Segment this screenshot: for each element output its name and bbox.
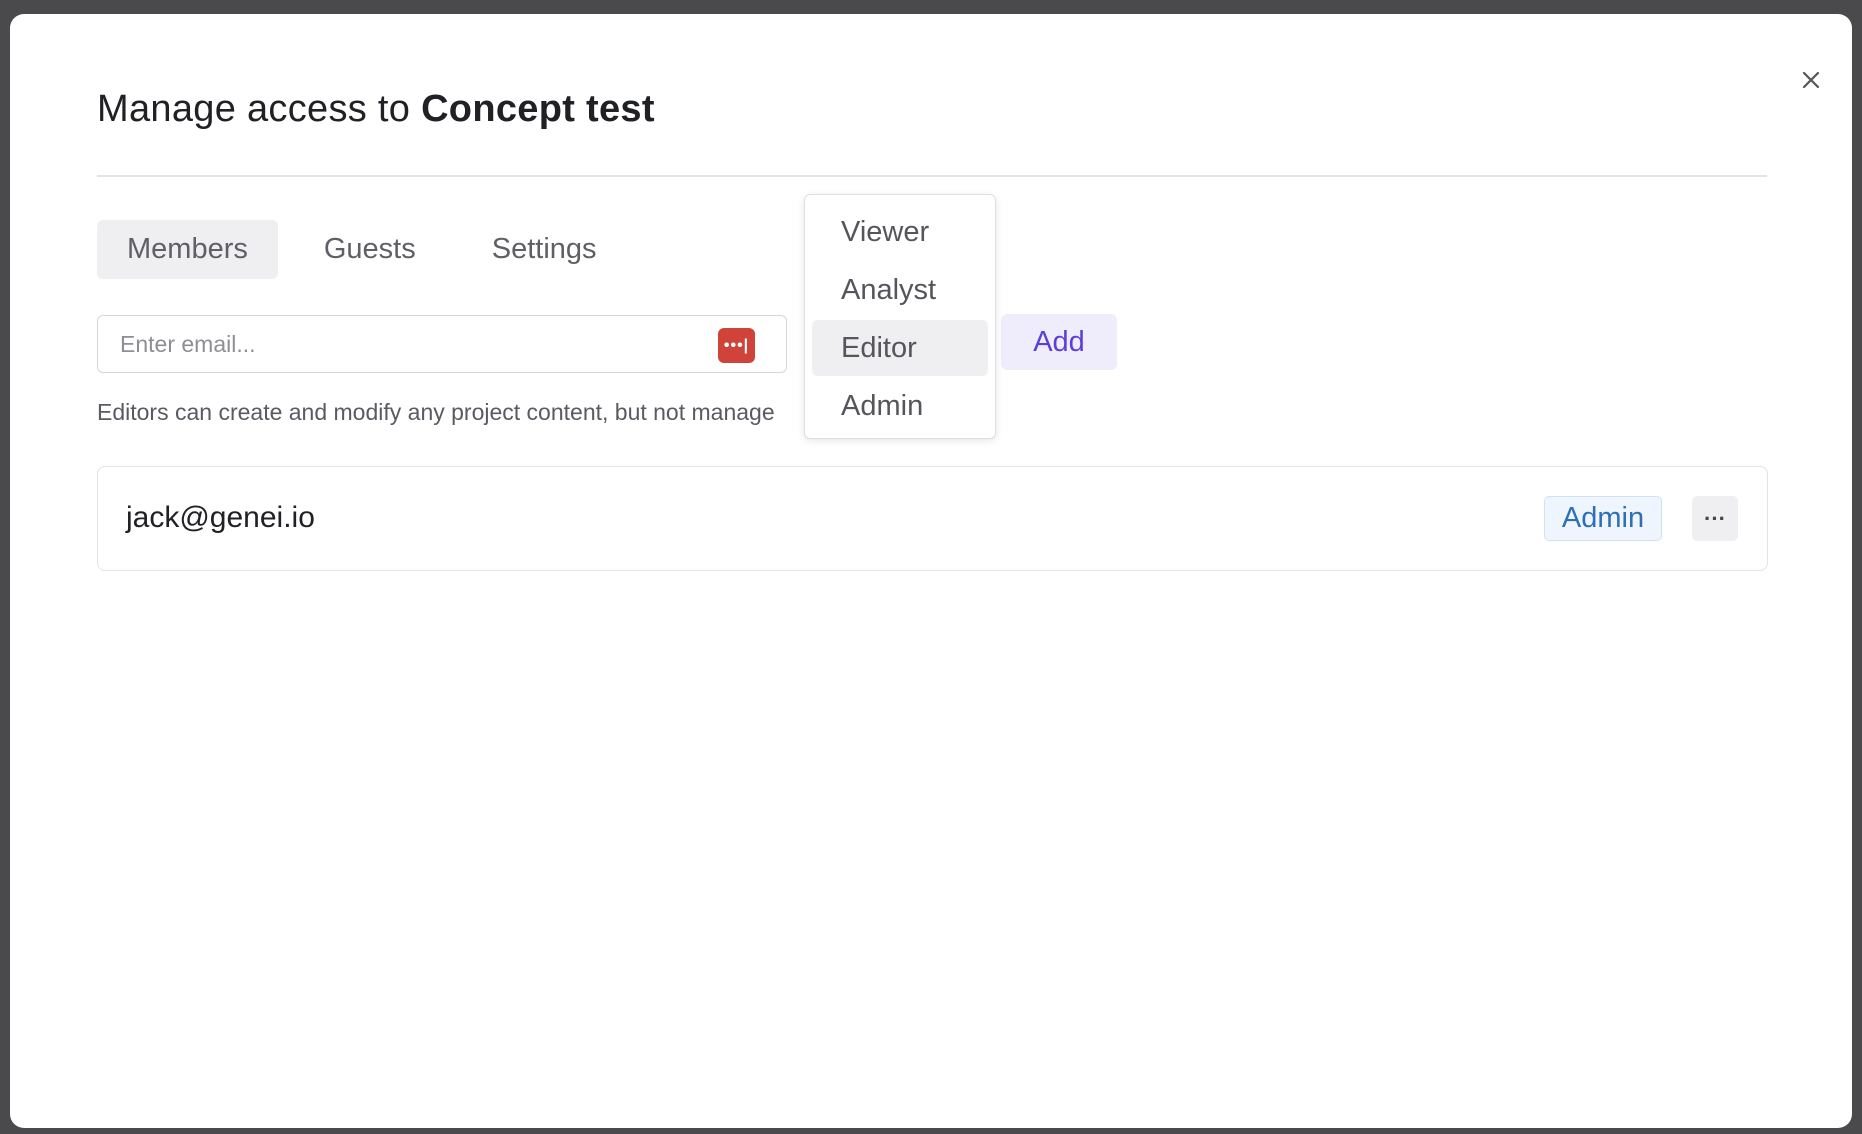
password-manager-icon[interactable]: •••|: [718, 328, 755, 363]
email-field: •••|: [97, 315, 787, 373]
project-name: Concept test: [421, 88, 655, 130]
manage-access-dialog: Manage access to Concept test Members Gu…: [10, 14, 1852, 1128]
more-options-icon[interactable]: ···: [1692, 496, 1738, 541]
dialog-title-prefix: Manage access to: [97, 88, 411, 130]
dialog-title: Manage access to Concept test: [97, 88, 655, 131]
tab-settings[interactable]: Settings: [462, 220, 627, 279]
role-dropdown-menu: Viewer Analyst Editor Admin: [804, 194, 996, 439]
role-option-admin[interactable]: Admin: [812, 378, 988, 434]
member-role-badge[interactable]: Admin: [1544, 496, 1662, 541]
member-email: jack@genei.io: [126, 501, 315, 534]
member-row: jack@genei.io Admin ···: [97, 466, 1768, 571]
access-tabs: Members Guests Settings: [97, 220, 627, 279]
role-option-editor[interactable]: Editor: [812, 320, 988, 376]
role-option-analyst[interactable]: Analyst: [812, 262, 988, 318]
tab-guests[interactable]: Guests: [294, 220, 446, 279]
tab-members[interactable]: Members: [97, 220, 278, 279]
add-member-button[interactable]: Add: [1001, 314, 1117, 370]
role-description: Editors can create and modify any projec…: [97, 399, 775, 425]
title-divider: [97, 175, 1767, 177]
email-input[interactable]: [98, 329, 702, 359]
close-icon[interactable]: [1797, 66, 1825, 94]
role-option-viewer[interactable]: Viewer: [812, 204, 988, 260]
